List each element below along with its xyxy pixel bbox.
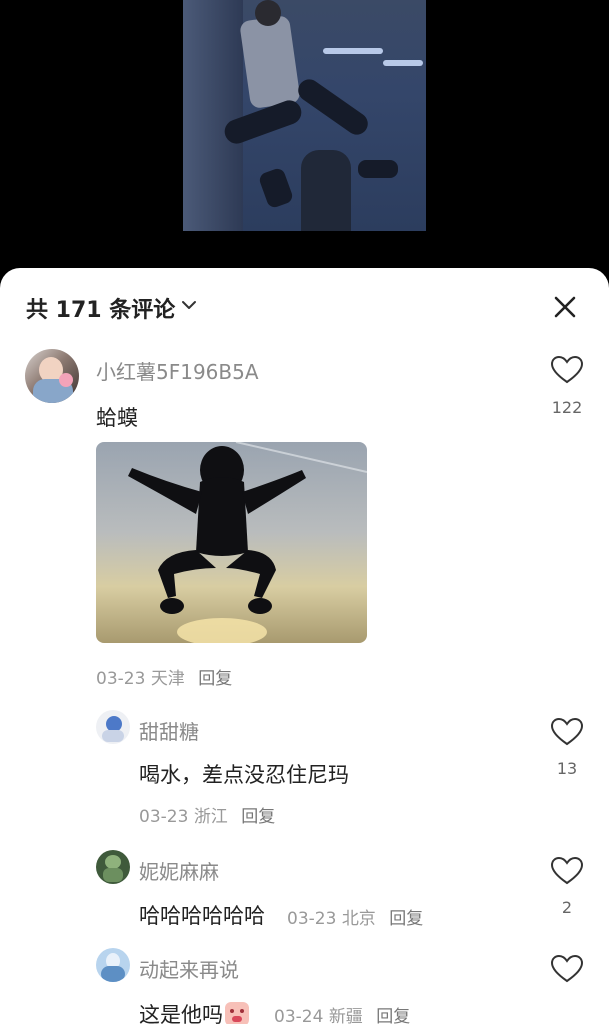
comment-meta: 03-23 天津 回复 <box>96 664 232 689</box>
like-count: 122 <box>551 398 583 417</box>
like-count: 2 <box>561 898 573 917</box>
avatar[interactable] <box>96 710 130 744</box>
heart-icon[interactable] <box>550 856 584 886</box>
video-person-head <box>255 0 281 26</box>
video-person-shoe <box>358 160 398 178</box>
comment-text: 这是他吗 <box>139 999 249 1024</box>
reply-button[interactable]: 回复 <box>241 807 275 827</box>
comment-text: 哈哈哈哈哈哈 <box>139 904 265 928</box>
heart-icon[interactable] <box>550 355 584 385</box>
video-person-leg <box>293 75 373 139</box>
comment-date: 03-23 <box>287 909 337 929</box>
reply-button[interactable]: 回复 <box>198 669 232 689</box>
avatar[interactable] <box>96 850 130 884</box>
comment-text: 蛤蟆 <box>96 406 138 430</box>
comment-date: 03-23 <box>96 669 146 689</box>
comment-text-content: 这是他吗 <box>139 1003 223 1024</box>
avatar[interactable] <box>96 948 130 982</box>
comment-username[interactable]: 小红薯5F196B5A <box>96 356 259 385</box>
video-player[interactable] <box>0 0 609 275</box>
heart-icon[interactable] <box>550 717 584 747</box>
comment-location: 新疆 <box>328 1007 363 1024</box>
video-ceiling-light <box>323 48 383 54</box>
like-count: 13 <box>556 759 578 778</box>
comment-location: 北京 <box>341 909 376 929</box>
comment-meta: 03-23 北京 回复 <box>287 904 423 929</box>
crying-face-emoji-icon <box>225 1002 249 1024</box>
heart-icon[interactable] <box>550 954 584 984</box>
chevron-down-icon[interactable] <box>178 294 200 316</box>
reply-button[interactable]: 回复 <box>376 1007 410 1024</box>
video-person-shirt <box>239 14 301 110</box>
comment-username[interactable]: 妮妮麻麻 <box>139 856 219 885</box>
video-background-person <box>301 150 351 231</box>
comment-meta: 03-24 新疆 回复 <box>274 1002 410 1024</box>
jumping-silhouette-image <box>128 442 367 643</box>
comment-date: 03-24 <box>274 1007 324 1024</box>
comment-username[interactable]: 动起来再说 <box>139 954 239 983</box>
video-ceiling-light <box>383 60 423 66</box>
close-icon[interactable] <box>548 290 582 324</box>
comment-username[interactable]: 甜甜糖 <box>139 716 199 745</box>
video-frame[interactable] <box>183 0 426 231</box>
comment-count-title[interactable]: 共 171 条评论 <box>26 292 175 324</box>
comment-text: 喝水，差点没忍住尼玛 <box>139 763 349 787</box>
comment-sheet: 共 171 条评论 小红薯5F196B5A 蛤蟆 03-23 天津 回复 122… <box>0 268 609 1024</box>
comment-meta: 03-23 浙江 回复 <box>139 802 275 827</box>
comment-date: 03-23 <box>139 807 189 827</box>
comment-location: 天津 <box>150 669 185 689</box>
comment-sheet-header: 共 171 条评论 <box>0 268 609 346</box>
comment-image[interactable] <box>96 442 367 643</box>
avatar[interactable] <box>25 349 79 403</box>
comment-location: 浙江 <box>193 807 228 827</box>
reply-button[interactable]: 回复 <box>389 909 423 929</box>
video-pillar <box>183 0 243 231</box>
video-person-shoe <box>257 166 295 210</box>
